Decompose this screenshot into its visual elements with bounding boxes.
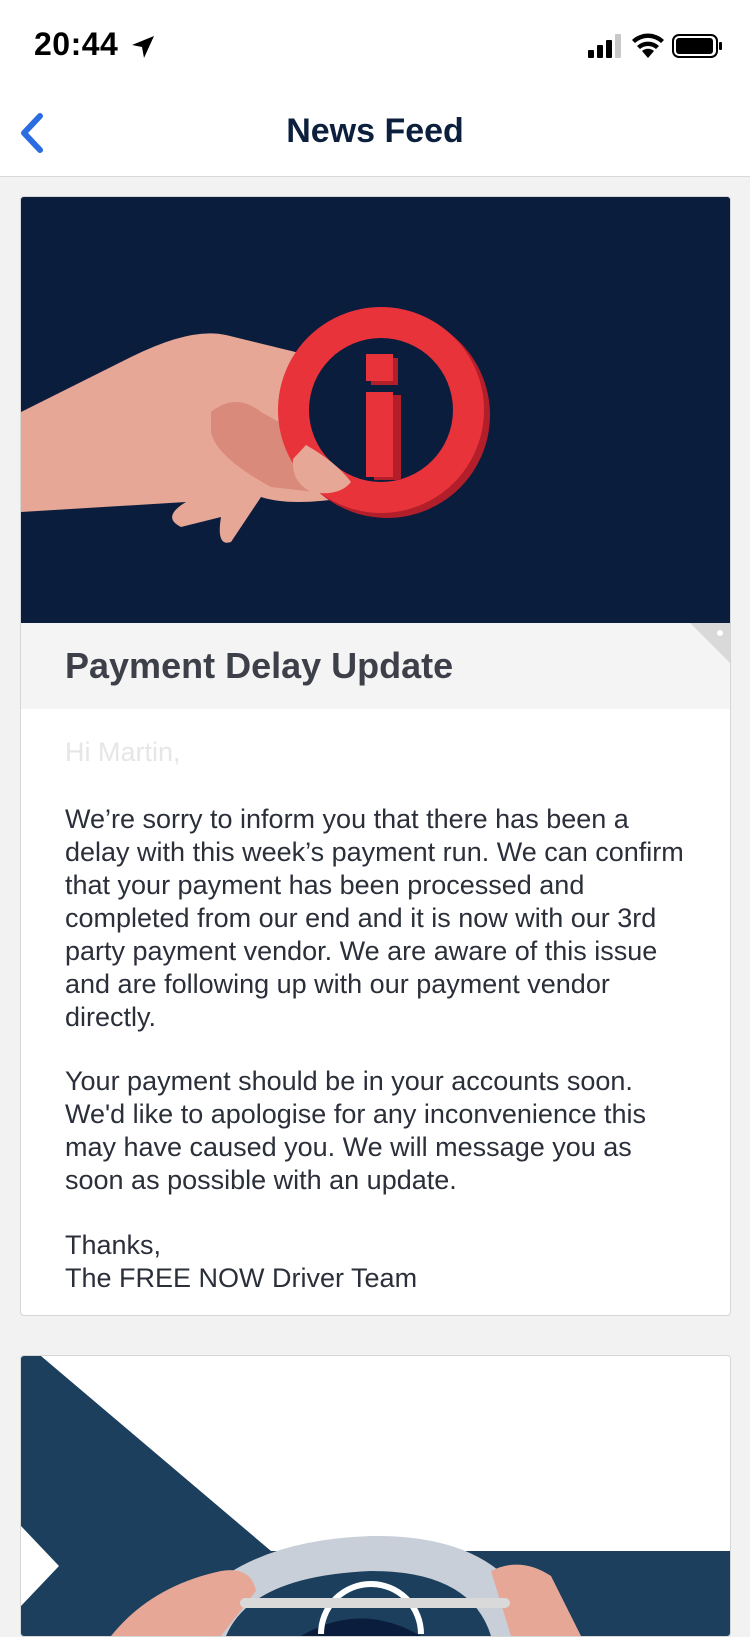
hands-on-steering-wheel-icon	[21, 1356, 730, 1636]
home-indicator[interactable]	[240, 1598, 510, 1608]
article-signoff: Thanks, The FREE NOW Driver Team	[65, 1230, 418, 1293]
greeting: Hi Martin,	[65, 737, 181, 767]
news-card[interactable]	[20, 1355, 731, 1637]
status-time: 20:44	[34, 26, 119, 62]
battery-icon	[672, 34, 722, 58]
unread-corner-icon	[690, 623, 730, 663]
article-paragraph: Your payment should be in your accounts …	[65, 1066, 647, 1195]
page-title: News Feed	[286, 112, 464, 150]
hand-holding-info-icon	[21, 197, 730, 623]
navigation-bar: News Feed	[0, 90, 750, 177]
location-arrow-icon	[132, 36, 154, 58]
article-paragraph: We’re sorry to inform you that there has…	[65, 804, 684, 1032]
status-bar: 20:44	[0, 0, 750, 90]
cellular-signal-icon	[588, 34, 621, 58]
news-card[interactable]: Payment Delay Update Hi Martin, We’re so…	[20, 196, 731, 1316]
wifi-icon	[632, 33, 664, 58]
card-header: Payment Delay Update	[21, 623, 730, 709]
article-title: Payment Delay Update	[65, 645, 454, 686]
